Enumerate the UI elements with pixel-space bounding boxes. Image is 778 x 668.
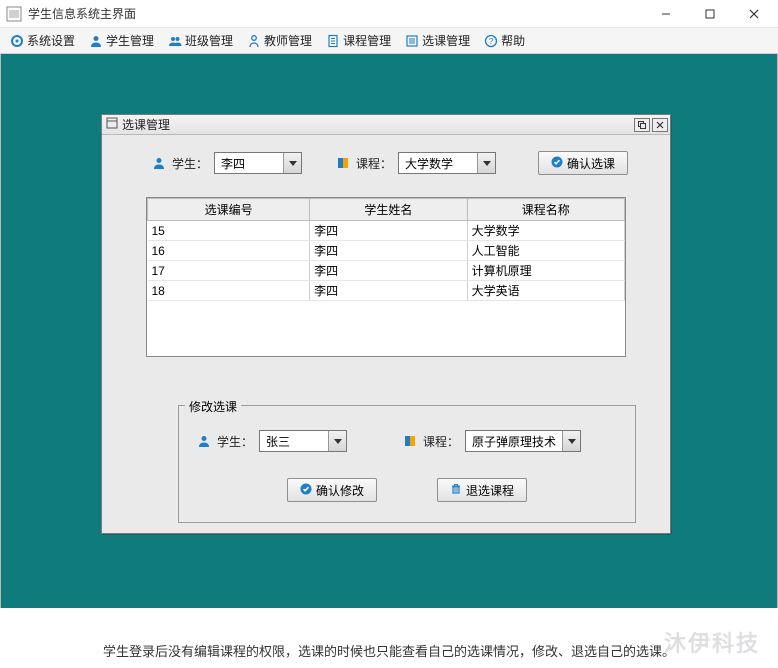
minimize-button[interactable] [644,0,688,28]
col-id: 选课编号 [148,199,310,221]
table-header-row: 选课编号 学生姓名 课程名称 [148,199,625,221]
menu-course[interactable]: 课程管理 [320,30,397,51]
help-icon: ? [484,34,498,48]
modify-student-value: 张三 [260,431,328,451]
confirm-select-button[interactable]: 确认选课 [538,151,628,175]
menu-label: 学生管理 [106,32,154,49]
gear-icon [10,34,24,48]
modify-course-combo[interactable]: 原子弹原理技术 [465,430,581,452]
modify-student-combo[interactable]: 张三 [259,430,347,452]
modify-group-title: 修改选课 [185,398,241,415]
close-button[interactable] [732,0,776,28]
caption-text: 学生登录后没有编辑课程的权限，选课的时候也只能查看自己的选课情况，修改、退选自己… [0,641,778,660]
button-label: 确认选课 [567,155,615,172]
button-label: 确认修改 [316,482,364,499]
chevron-down-icon [477,153,495,173]
document-icon [403,434,417,448]
select-row: 学生： 李四 课程： 大学数学 [122,151,650,175]
modify-group: 修改选课 学生： 张三 课程： 原子弹原 [178,405,636,523]
menu-label: 课程管理 [343,32,391,49]
people-icon [168,34,182,48]
student-label: 学生： [172,155,208,172]
brand-watermark: 沐伊科技 [664,626,760,658]
col-course: 课程名称 [467,199,624,221]
course-combo[interactable]: 大学数学 [398,152,496,174]
internal-max-button[interactable] [634,118,650,132]
table-row[interactable]: 16 李四 人工智能 [148,241,625,261]
menu-label: 系统设置 [27,32,75,49]
internal-body: 学生： 李四 课程： 大学数学 [102,135,670,533]
menu-label: 教师管理 [264,32,312,49]
student-combo-value: 李四 [215,153,283,173]
chevron-down-icon [328,431,346,451]
java-app-icon [6,6,22,22]
maximize-button[interactable] [688,0,732,28]
document-icon [336,156,350,170]
col-student: 学生姓名 [310,199,467,221]
person-icon [152,156,166,170]
person-icon [197,434,211,448]
internal-window: 选课管理 学生： 李四 [101,114,671,534]
menu-label: 帮助 [501,32,525,49]
menu-student[interactable]: 学生管理 [83,30,160,51]
table-row[interactable]: 15 李四 大学数学 [148,221,625,241]
trash-icon [450,483,462,498]
menu-select[interactable]: 选课管理 [399,30,476,51]
course-combo-value: 大学数学 [399,153,477,173]
menubar: 系统设置 学生管理 班级管理 教师管理 课程管理 选课管理 ? 帮助 [0,28,778,54]
table-row[interactable]: 17 李四 计算机原理 [148,261,625,281]
internal-titlebar: 选课管理 [102,115,670,135]
table-row[interactable]: 18 李四 大学英语 [148,281,625,301]
confirm-modify-button[interactable]: 确认修改 [287,478,377,502]
student-combo[interactable]: 李四 [214,152,302,174]
internal-close-button[interactable] [652,118,668,132]
teacher-icon [247,34,261,48]
chevron-down-icon [562,431,580,451]
modify-course-label: 课程： [423,433,459,450]
window-controls [644,0,776,28]
document-icon [326,34,340,48]
check-icon [551,156,563,171]
modify-row: 学生： 张三 课程： 原子弹原理技术 [179,424,635,452]
selection-table: 选课编号 学生姓名 课程名称 15 李四 大学数学 16 [146,197,626,357]
menu-system[interactable]: 系统设置 [4,30,81,51]
menu-teacher[interactable]: 教师管理 [241,30,318,51]
modify-buttons: 确认修改 退选课程 [179,478,635,502]
window-titlebar: 学生信息系统主界面 [0,0,778,28]
person-icon [89,34,103,48]
menu-label: 选课管理 [422,32,470,49]
check-icon [300,483,312,498]
modify-student-label: 学生： [217,433,253,450]
button-label: 退选课程 [466,482,514,499]
window-title: 学生信息系统主界面 [28,5,644,22]
modify-course-value: 原子弹原理技术 [466,431,562,451]
course-label: 课程： [356,155,392,172]
withdraw-button[interactable]: 退选课程 [437,478,527,502]
svg-text:?: ? [489,37,494,46]
chevron-down-icon [283,153,301,173]
menu-label: 班级管理 [185,32,233,49]
internal-title: 选课管理 [122,116,170,133]
window-list-icon [106,117,118,132]
menu-class[interactable]: 班级管理 [162,30,239,51]
mdi-area: https://www.huzhan.com/ishop8803 选课管理 [0,54,778,608]
menu-help[interactable]: ? 帮助 [478,30,531,51]
list-icon [405,34,419,48]
